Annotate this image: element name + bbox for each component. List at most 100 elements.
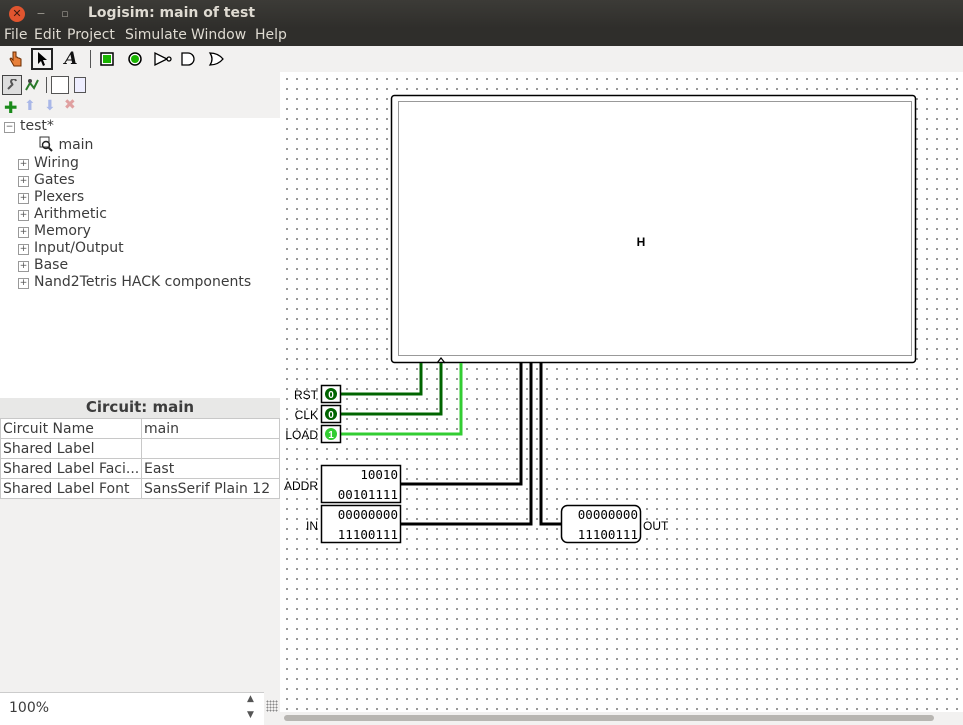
pin-value-load: 1: [328, 430, 334, 441]
simulate-tree-icon[interactable]: [24, 77, 40, 93]
pin-value-clk: 0: [328, 410, 334, 421]
magnifier-icon: [39, 136, 53, 152]
pin-label-clk: CLK: [295, 408, 318, 422]
menu-simulate[interactable]: Simulate: [125, 27, 187, 43]
zoom-control[interactable]: 100% ▲ ▼: [0, 692, 264, 725]
tree-library[interactable]: + Base: [18, 257, 68, 274]
library-label: Input/Output: [34, 240, 124, 256]
library-label: Gates: [34, 172, 75, 188]
not-gate-icon[interactable]: [152, 48, 174, 70]
pin-label-in: IN: [306, 519, 318, 533]
expand-icon[interactable]: +: [18, 227, 29, 238]
subcircuit-label: H: [637, 235, 646, 249]
zoom-down-icon[interactable]: ▼: [247, 710, 254, 720]
input-pin-icon[interactable]: [96, 48, 118, 70]
table-row: Shared Label Faci... East: [0, 458, 280, 479]
library-label: Plexers: [34, 189, 85, 205]
text-tool-glyph: A: [64, 49, 78, 69]
circuit-drawing: H RST 0 CLK 0 LOAD 1 ADDR 10010 00101111…: [284, 94, 917, 544]
horizontal-scrollbar[interactable]: [280, 712, 963, 724]
library-label: Base: [34, 257, 69, 273]
zoom-value: 100%: [9, 700, 50, 716]
layout-view-icon[interactable]: [51, 76, 69, 94]
minimize-icon[interactable]: −: [33, 6, 49, 22]
menu-help[interactable]: Help: [255, 27, 287, 43]
or-gate-icon[interactable]: [206, 48, 228, 70]
addr-value-line1: 10010: [360, 467, 398, 482]
wire-load[interactable]: [340, 363, 463, 436]
wire-rst[interactable]: [340, 363, 423, 396]
scrollbar-thumb[interactable]: [284, 715, 934, 721]
tree-library[interactable]: + Wiring: [18, 155, 79, 172]
select-icon[interactable]: [31, 48, 53, 70]
appearance-view-icon[interactable]: [74, 77, 86, 93]
table-row: Shared Label Font SansSerif Plain 12: [0, 478, 280, 499]
grid-toggle-icon[interactable]: [266, 700, 278, 712]
expand-icon[interactable]: +: [18, 261, 29, 272]
attribute-value[interactable]: main: [141, 418, 280, 439]
move-down-icon[interactable]: ⬇: [44, 98, 56, 114]
tree-library[interactable]: + Memory: [18, 223, 91, 240]
expand-icon[interactable]: +: [18, 176, 29, 187]
menu-edit[interactable]: Edit: [34, 27, 61, 43]
pin-label-addr: ADDR: [284, 479, 318, 493]
attribute-key: Shared Label: [0, 438, 142, 459]
tree-library[interactable]: + Nand2Tetris HACK components: [18, 274, 251, 291]
expand-icon[interactable]: +: [18, 244, 29, 255]
in-value-line1: 00000000: [338, 507, 398, 522]
explorer-separator: [46, 77, 47, 93]
library-label: Memory: [34, 223, 91, 239]
attribute-key: Shared Label Faci...: [0, 458, 142, 479]
maximize-icon[interactable]: ▫: [57, 6, 73, 22]
tree-project[interactable]: − test*: [4, 118, 54, 135]
attribute-value[interactable]: [141, 438, 280, 459]
wire-clk[interactable]: [340, 363, 443, 416]
pin-label-load: LOAD: [285, 428, 318, 442]
menu-project[interactable]: Project: [67, 27, 115, 43]
expand-icon[interactable]: +: [18, 278, 29, 289]
expand-icon[interactable]: +: [18, 159, 29, 170]
out-value-line2: 11100111: [578, 527, 638, 542]
project-name: test*: [20, 118, 54, 134]
tree-library[interactable]: + Arithmetic: [18, 206, 107, 223]
attribute-value[interactable]: East: [141, 458, 280, 479]
menu-file[interactable]: File: [4, 27, 27, 43]
out-value-line1: 00000000: [578, 507, 638, 522]
subcircuit-inner: [398, 101, 912, 356]
attribute-value[interactable]: SansSerif Plain 12: [141, 478, 280, 499]
tree-library[interactable]: + Gates: [18, 172, 75, 189]
toolbar-separator: [90, 50, 91, 68]
and-gate-icon[interactable]: [178, 48, 200, 70]
tree-library[interactable]: + Input/Output: [18, 240, 124, 257]
menu-window[interactable]: Window: [191, 27, 246, 43]
table-row: Shared Label: [0, 438, 280, 459]
menu-bar: File Edit Project Simulate Window Help: [0, 27, 963, 46]
collapse-icon[interactable]: −: [4, 122, 15, 133]
library-label: Arithmetic: [34, 206, 107, 222]
table-row: Circuit Name main: [0, 418, 280, 439]
output-pin-icon[interactable]: [124, 48, 146, 70]
addr-value-line2: 00101111: [338, 487, 398, 502]
attribute-key: Circuit Name: [0, 418, 142, 439]
attribute-key: Shared Label Font: [0, 478, 142, 499]
tree-library[interactable]: + Plexers: [18, 189, 84, 206]
remove-circuit-icon[interactable]: ✖: [64, 97, 76, 113]
close-icon[interactable]: ✕: [9, 6, 25, 22]
zoom-up-icon[interactable]: ▲: [247, 694, 254, 704]
poke-icon[interactable]: [5, 48, 27, 70]
expand-icon[interactable]: +: [18, 193, 29, 204]
add-circuit-icon[interactable]: ✚: [4, 98, 17, 117]
wrench-icon[interactable]: [2, 75, 22, 95]
text-icon[interactable]: A: [60, 48, 82, 70]
title-bar: ✕ − ▫ Logisim: main of test: [0, 0, 963, 28]
attributes-table: Circuit Name main Shared Label Shared Lab…: [0, 418, 280, 499]
bus-out[interactable]: [539, 363, 561, 526]
move-up-icon[interactable]: ⬆: [24, 98, 36, 114]
library-label: Nand2Tetris HACK components: [34, 274, 252, 290]
pin-label-rst: RST: [294, 388, 319, 402]
tree-circuit-main[interactable]: main: [38, 136, 93, 153]
expand-icon[interactable]: +: [18, 210, 29, 221]
circuit-canvas[interactable]: H RST 0 CLK 0 LOAD 1 ADDR 10010 00101111…: [280, 72, 963, 712]
window-title: Logisim: main of test: [88, 5, 256, 21]
left-panel: ✚ ⬆ ⬇ ✖ − test* main + Wiring + Gates + Plex…: [0, 72, 280, 694]
